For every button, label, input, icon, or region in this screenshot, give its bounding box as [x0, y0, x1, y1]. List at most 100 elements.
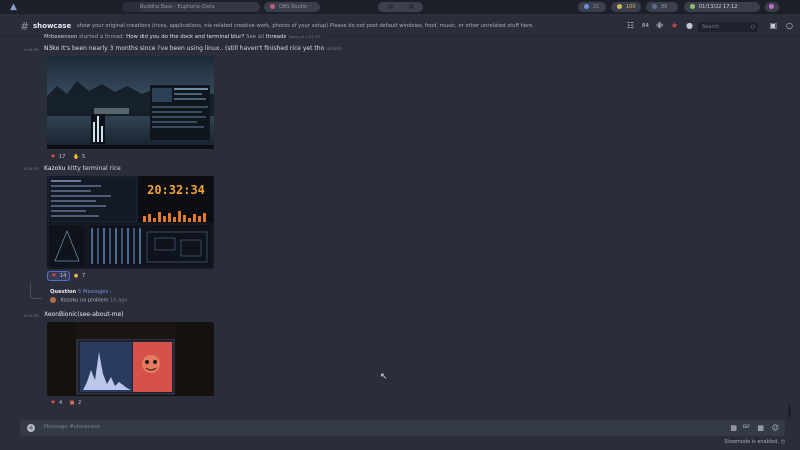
message-timestamp: 4:56 PM	[24, 48, 39, 52]
reaction-cat[interactable]: ● 7	[70, 271, 88, 281]
help-icon[interactable]: ○	[786, 20, 793, 32]
gif-icon[interactable]: GIF	[743, 423, 750, 433]
thread-title-link[interactable]: How did you do the dock and terminal blu…	[126, 34, 244, 40]
attachment-image-terminal[interactable]: 20:32:34	[47, 176, 214, 269]
thread-connector	[30, 283, 42, 299]
thread-title[interactable]: Question	[50, 289, 76, 295]
terminal-screenshot: 20:32:34	[47, 176, 214, 269]
members-icon[interactable]: ●	[686, 20, 693, 32]
pin-icon[interactable]: ★	[671, 20, 678, 32]
edited-label: (edited)	[326, 46, 342, 51]
workspace-pill[interactable]	[378, 2, 423, 12]
window-title: Buddha Bass - Euphoria (Dela	[140, 4, 215, 10]
reaction-count: 17	[59, 154, 66, 160]
message-composer: + Message #showcase ▦ GIF ▩ ☺	[20, 420, 785, 436]
cat-icon: ●	[73, 273, 79, 279]
system-user[interactable]: Mrbeeenson	[44, 34, 77, 40]
sticker-icon[interactable]: ▩	[757, 423, 764, 433]
power-icon	[769, 4, 774, 9]
thread-preview[interactable]: Question 5 Messages ›	[50, 289, 112, 295]
power-pill[interactable]	[765, 2, 779, 12]
channel-name: showcase	[33, 22, 72, 30]
lock-pill[interactable]: 100	[611, 2, 641, 12]
see-all-text: See all	[246, 34, 265, 40]
indicator-value: 21	[593, 4, 600, 10]
thread-started-notice: Mrbeeenson started a thread: How did you…	[44, 34, 321, 40]
workspace-dot-2	[408, 4, 414, 9]
slowmode-text: Slowmode is enabled.	[724, 439, 780, 445]
obs-pill[interactable]: OBS Studio	[264, 2, 320, 12]
message-text: kitty terminal rice	[67, 165, 121, 172]
reaction-count: 5	[82, 154, 86, 160]
thread-ago: 1h ago	[110, 297, 128, 304]
reactions-row: ♥ 17 ✋ 5	[47, 152, 107, 162]
system-time: Today at 4:56 PM	[288, 34, 321, 39]
clock-icon: ◷	[780, 439, 785, 445]
thread-count[interactable]: 84	[642, 20, 649, 32]
avatar	[50, 297, 56, 303]
datetime: 01/13/22 17:12	[699, 4, 738, 10]
search-input[interactable]: Search ○	[698, 22, 758, 32]
heart-icon: ♥	[50, 400, 56, 406]
reactions-row: ♥ 14 ● 7	[47, 271, 107, 281]
lock-value: 100	[626, 4, 636, 10]
network-value: 86	[661, 4, 668, 10]
reaction-thumbs-up[interactable]: ✋ 5	[70, 152, 88, 162]
message-input[interactable]: Message #showcase	[44, 424, 100, 430]
monitor-photo	[47, 322, 214, 396]
thread-messages-link[interactable]: 5 Messages ›	[78, 289, 112, 295]
thread-last-author: Kazoku	[60, 297, 79, 304]
author-name[interactable]: N3ko	[44, 45, 59, 52]
datetime-pill[interactable]: 01/13/22 17:12	[684, 2, 760, 12]
emoji-icon[interactable]: ☺	[772, 423, 779, 433]
heart-icon: ♥	[50, 154, 56, 160]
author-name[interactable]: Kazoku	[44, 165, 65, 172]
mouse-cursor-icon: ↖	[380, 372, 388, 382]
attachment-image-desktop[interactable]	[47, 56, 214, 149]
reaction-heart[interactable]: ♥ 14	[47, 271, 71, 281]
obs-label: OBS Studio	[279, 4, 307, 10]
workspace-dot-1	[388, 4, 393, 9]
system-top-bar: ▲ Buddha Bass - Euphoria (Dela OBS Studi…	[0, 0, 800, 14]
scrollbar[interactable]	[788, 405, 791, 417]
clock-text: 20:32:34	[147, 183, 205, 197]
arch-icon[interactable]: ▲	[10, 2, 20, 12]
slowmode-notice: Slowmode is enabled. ◷	[724, 439, 785, 445]
network-pill[interactable]: 86	[646, 2, 678, 12]
reaction-count: 14	[60, 273, 67, 279]
reaction-count: 2	[78, 400, 82, 406]
reaction-heart[interactable]: ♥ 17	[47, 152, 68, 162]
channel-topic[interactable]: show your original creations (rices, app…	[77, 23, 534, 29]
obs-icon	[270, 4, 275, 9]
lock-icon	[617, 4, 622, 9]
reaction-heart[interactable]: ♥ 4	[47, 398, 65, 408]
message-timestamp: 4:59 PM	[24, 314, 39, 318]
gift-icon[interactable]: ▦	[730, 423, 737, 433]
threads-link[interactable]: threads	[266, 34, 286, 40]
thread-last-text: no problem	[80, 297, 109, 304]
threads-icon[interactable]: ☷	[627, 20, 634, 32]
system-action: started a thread:	[78, 34, 125, 40]
mute-bell-icon[interactable]: ✙	[656, 20, 663, 32]
search-icon: ○	[750, 24, 755, 30]
thread-last-message[interactable]: Kazoku no problem 1h ago	[50, 297, 127, 304]
leaf-icon	[690, 4, 695, 9]
reaction-count: 4	[59, 400, 63, 406]
attachment-image-photo[interactable]	[47, 322, 214, 396]
message-timestamp: 4:58 PM	[24, 167, 39, 171]
message-header: N3ko It's been nearly 3 months since i'v…	[44, 45, 342, 52]
indicator-pill[interactable]: 21	[578, 2, 606, 12]
author-name[interactable]: XeonBionic(see-about-me)	[44, 311, 124, 318]
desktop-screenshot	[47, 56, 214, 149]
gear-icon	[584, 4, 589, 9]
hash-icon: #	[20, 20, 30, 33]
inbox-icon[interactable]: ▣	[769, 20, 777, 32]
add-attachment-icon[interactable]: +	[27, 424, 35, 432]
reaction-invader[interactable]: ■ 2	[66, 398, 84, 408]
reactions-row: ♥ 4 ■ 2	[47, 398, 107, 408]
network-icon	[652, 4, 657, 9]
message-text: It's been nearly 3 months since i've bee…	[61, 45, 325, 52]
reaction-count: 7	[82, 273, 86, 279]
thumbs-up-icon: ✋	[73, 154, 80, 160]
window-title-pill[interactable]: Buddha Bass - Euphoria (Dela	[122, 2, 260, 12]
